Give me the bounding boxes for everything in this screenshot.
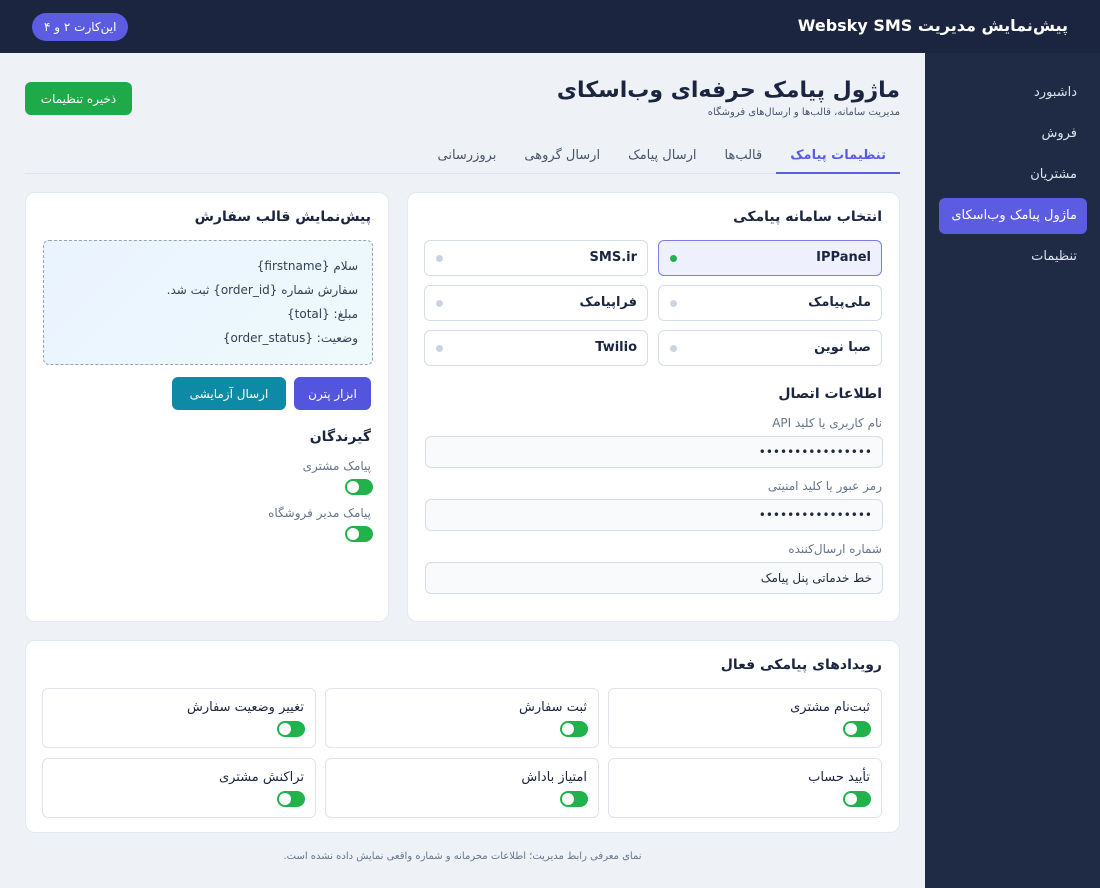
provider-name: فراپیامک [579, 295, 637, 310]
active-events-card: رویدادهای پیامکی فعال ثبت‌نام مشتری ثبت … [25, 640, 900, 833]
sidebar-item-sms-module[interactable]: ماژول پیامک وب‌اسکای [939, 198, 1087, 234]
tab-bar: تنظیمات پیامک قالب‌ها ارسال پیامک ارسال … [25, 139, 900, 174]
event-label: ثبت سفارش [518, 700, 587, 715]
event-toggle[interactable] [560, 791, 588, 807]
event-label: تغییر وضعیت سفارش [186, 700, 304, 715]
page-title: ماژول پیامک حرفه‌ای وب‌اسکای [556, 78, 900, 103]
customer-sms-toggle[interactable] [345, 479, 373, 495]
event-order-status-change: تغییر وضعیت سفارش [42, 688, 316, 748]
template-preview-box: سلام {firstname} سفارش شماره {order_id} … [43, 240, 373, 365]
event-order-placed: ثبت سفارش [325, 688, 599, 748]
send-test-button[interactable]: ارسال آزمایشی [172, 377, 286, 410]
event-label: تراکنش مشتری [218, 770, 304, 785]
admin-sms-label: پیامک مدیر فروشگاه [268, 506, 371, 520]
provider-name: Twilio [595, 340, 637, 355]
username-label: نام کاربری یا کلید API [772, 416, 882, 430]
provider-name: ملی‌پیامک [808, 295, 871, 310]
version-badge: این‌کارت ۲ و ۴ [32, 13, 129, 41]
selection-dot-icon [436, 300, 443, 307]
events-card-title: رویدادهای پیامکی فعال [720, 657, 882, 673]
provider-card: انتخاب سامانه پیامکی IPPanel SMS.ir ملی‌… [407, 192, 900, 622]
event-reward-points: امتیاز باداش [325, 758, 599, 818]
event-customer-registration: ثبت‌نام مشتری [608, 688, 882, 748]
main-content: ماژول پیامک حرفه‌ای وب‌اسکای مدیریت ساما… [0, 53, 925, 888]
preview-line: وضعیت: {order_status} [222, 331, 358, 345]
tab-send-sms[interactable]: ارسال پیامک [614, 139, 710, 174]
provider-name: IPPanel [816, 250, 871, 265]
event-toggle[interactable] [277, 721, 305, 737]
event-toggle[interactable] [843, 791, 871, 807]
page-subtitle: مدیریت سامانه، قالب‌ها و ارسال‌های فروشگ… [707, 107, 900, 118]
sidebar-item-customers[interactable]: مشتریان [939, 157, 1087, 193]
password-label: رمز عبور یا کلید امنیتی [767, 479, 882, 493]
preview-line: مبلغ: {total} [287, 307, 358, 321]
event-label: تأیید حساب [808, 770, 870, 785]
tab-sms-settings[interactable]: تنظیمات پیامک [776, 139, 900, 174]
provider-name: SMS.ir [589, 250, 637, 265]
admin-sms-toggle[interactable] [345, 526, 373, 542]
selection-dot-icon [436, 345, 443, 352]
provider-option-sabanovin[interactable]: صبا نوین [658, 330, 882, 366]
event-toggle[interactable] [843, 721, 871, 737]
sidebar: داشبورد فروش مشتریان ماژول پیامک وب‌اسکا… [925, 53, 1100, 888]
selection-dot-icon [670, 345, 677, 352]
connection-section-title: اطلاعات اتصال [778, 386, 882, 402]
pattern-tool-button[interactable]: ابزار پترن [294, 377, 371, 410]
selection-dot-icon [436, 255, 443, 262]
save-settings-button[interactable]: ذخیره تنظیمات [25, 82, 132, 115]
provider-option-smsir[interactable]: SMS.ir [424, 240, 648, 276]
app-title: پیش‌نمایش مدیریت Websky SMS [797, 16, 1068, 35]
tab-templates[interactable]: قالب‌ها [711, 139, 777, 174]
top-bar: پیش‌نمایش مدیریت Websky SMS این‌کارت ۲ و… [0, 0, 1100, 53]
event-customer-transaction: تراکنش مشتری [42, 758, 316, 818]
provider-option-farapayamak[interactable]: فراپیامک [424, 285, 648, 321]
tab-updates[interactable]: بروزرسانی [423, 139, 510, 174]
customer-sms-label: پیامک مشتری [302, 459, 371, 473]
preview-line: سلام {firstname} [256, 259, 358, 273]
sidebar-item-sales[interactable]: فروش [939, 116, 1087, 152]
preview-line: سفارش شماره {order_id} ثبت شد. [166, 283, 358, 297]
tab-bulk-send[interactable]: ارسال گروهی [510, 139, 614, 174]
provider-option-melipayamak[interactable]: ملی‌پیامک [658, 285, 882, 321]
sidebar-item-settings[interactable]: تنظیمات [939, 239, 1087, 275]
preview-card-title: پیش‌نمایش قالب سفارش [194, 209, 371, 225]
password-input[interactable] [425, 499, 883, 531]
footer-note: نمای معرفی رابط مدیریت؛ اطلاعات محرمانه … [283, 851, 642, 862]
event-label: ثبت‌نام مشتری [790, 700, 870, 715]
selection-dot-icon [670, 300, 677, 307]
event-account-verification: تأیید حساب [608, 758, 882, 818]
event-label: امتیاز باداش [521, 770, 587, 785]
event-toggle[interactable] [277, 791, 305, 807]
selection-dot-icon [670, 255, 677, 262]
provider-name: صبا نوین [814, 340, 871, 355]
sender-number-label: شماره ارسال‌کننده [788, 542, 882, 556]
sidebar-item-dashboard[interactable]: داشبورد [939, 75, 1087, 111]
sender-number-input[interactable] [425, 562, 883, 594]
username-input[interactable] [425, 436, 883, 468]
provider-option-twilio[interactable]: Twilio [424, 330, 648, 366]
recipients-title: گیرندگان [309, 429, 371, 445]
provider-card-title: انتخاب سامانه پیامکی [733, 209, 882, 225]
provider-option-ippanel[interactable]: IPPanel [658, 240, 882, 276]
template-preview-card: پیش‌نمایش قالب سفارش سلام {firstname} سف… [25, 192, 389, 622]
event-toggle[interactable] [560, 721, 588, 737]
